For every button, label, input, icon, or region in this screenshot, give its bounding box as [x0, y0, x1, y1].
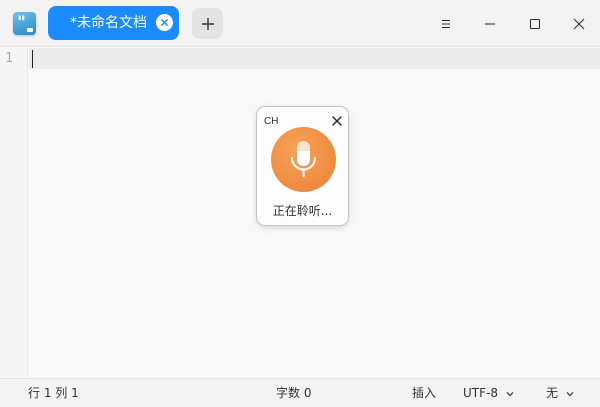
voice-status-text: 正在聆听... [272, 204, 333, 218]
menu-button[interactable] [431, 9, 461, 39]
cursor-position: 行 1 列 1 [28, 386, 79, 400]
chevron-down-icon [566, 390, 574, 398]
word-count: 字数 0 [276, 386, 312, 400]
status-bar: 行 1 列 1 字数 0 插入 UTF-8 无 [0, 378, 600, 407]
line-number-gutter: 1 [0, 48, 28, 377]
text-editor-icon: " [13, 12, 36, 35]
minimize-icon [485, 23, 495, 25]
voice-close-icon[interactable] [331, 112, 343, 126]
voice-input-popup: CH 正在聆听... [256, 106, 349, 226]
text-caret [32, 50, 33, 68]
close-icon [573, 18, 585, 30]
plus-icon [201, 17, 214, 30]
tab-label: *未命名文档 [70, 15, 147, 31]
encoding-selector[interactable]: UTF-8 [463, 379, 514, 407]
close-button[interactable] [564, 9, 594, 39]
title-bar: " *未命名文档 [0, 0, 600, 47]
maximize-button[interactable] [520, 9, 550, 39]
voice-language-label: CH [264, 116, 279, 127]
highlight-selector[interactable]: 无 [546, 379, 574, 407]
insert-mode: 插入 [412, 386, 437, 400]
minimize-button[interactable] [475, 9, 505, 39]
current-line-highlight [29, 48, 600, 69]
tab-untitled-document[interactable]: *未命名文档 [48, 6, 179, 40]
line-number: 1 [5, 51, 13, 66]
microphone-icon [290, 141, 317, 178]
new-tab-button[interactable] [192, 8, 223, 39]
highlight-label: 无 [546, 386, 559, 400]
menu-icon [442, 20, 450, 28]
microphone-button[interactable] [271, 127, 336, 192]
tab-close-icon[interactable] [156, 14, 173, 31]
encoding-label: UTF-8 [463, 386, 498, 400]
chevron-down-icon [506, 390, 514, 398]
maximize-icon [529, 18, 541, 30]
